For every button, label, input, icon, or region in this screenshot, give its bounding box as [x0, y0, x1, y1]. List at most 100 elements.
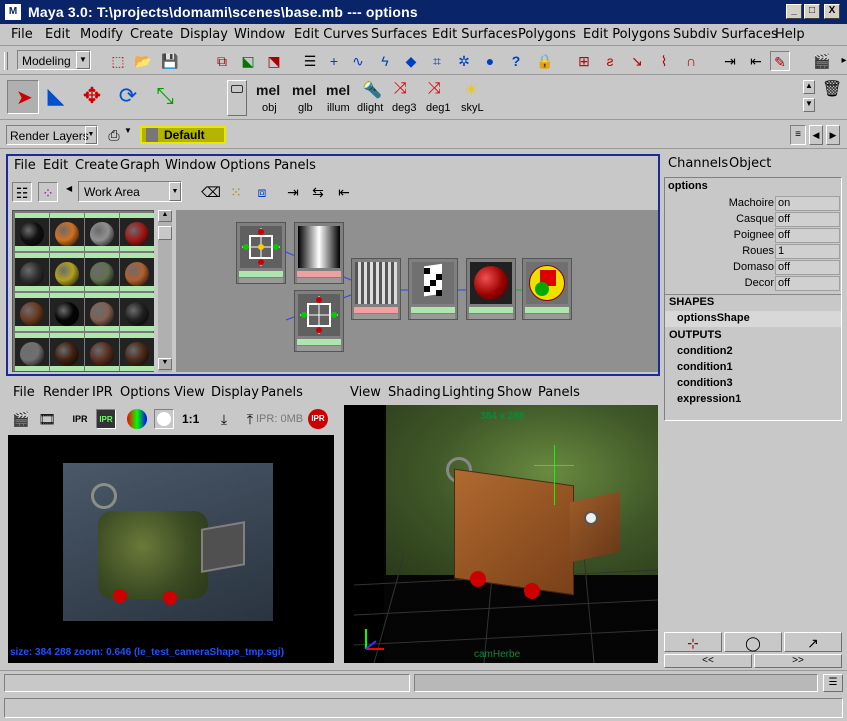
- shelf-scroll-down[interactable]: ▼: [803, 98, 815, 112]
- graph-node-shading-group[interactable]: [522, 258, 572, 320]
- chevron-down-icon[interactable]: ▼: [169, 182, 181, 201]
- select-tool[interactable]: ➤: [7, 80, 39, 114]
- graph-node-material[interactable]: [466, 258, 516, 320]
- snap-view-plane-icon[interactable]: ◆: [401, 51, 421, 71]
- material-swatch[interactable]: [85, 333, 119, 371]
- lock-icon[interactable]: 🔒: [535, 51, 555, 71]
- zoom-ratio-button[interactable]: 1:1: [182, 412, 199, 426]
- menu-create[interactable]: Create: [130, 27, 173, 42]
- select-object-icon[interactable]: ⬕: [238, 51, 258, 71]
- snap-grid-icon[interactable]: +: [324, 51, 344, 71]
- material-swatch[interactable]: [50, 293, 84, 331]
- rotate-tool-icon[interactable]: ⟳: [118, 85, 138, 107]
- chevron-down-icon[interactable]: ▼: [76, 51, 90, 69]
- graph-node-texture[interactable]: [351, 258, 401, 320]
- menu-file[interactable]: File: [11, 27, 33, 42]
- material-swatch[interactable]: [85, 293, 119, 331]
- shelf-item-skyl[interactable]: ☀ skyL: [458, 80, 492, 116]
- vp-menu-view[interactable]: View: [350, 385, 381, 400]
- maximize-button[interactable]: □: [804, 4, 820, 19]
- hs-menu-create[interactable]: Create: [75, 158, 118, 173]
- material-swatch[interactable]: [120, 333, 154, 371]
- menu-edit-surfaces[interactable]: Edit Surfaces: [432, 27, 518, 42]
- in-out-connections-icon[interactable]: ⇆: [308, 182, 328, 202]
- ipr-render-icon[interactable]: IPR: [70, 409, 90, 429]
- material-swatch[interactable]: [50, 333, 84, 371]
- scroll-thumb[interactable]: [158, 226, 172, 240]
- default-layer[interactable]: Default: [140, 126, 226, 144]
- swatch-scrollbar[interactable]: ▲ ▼: [158, 210, 172, 372]
- material-swatch[interactable]: [85, 253, 119, 291]
- snap-point-icon[interactable]: ϟ: [375, 51, 395, 71]
- attr-poignee[interactable]: Poignee off: [665, 228, 840, 244]
- eraser-icon[interactable]: ⌫: [201, 182, 221, 202]
- snap-live-icon[interactable]: ✲: [454, 51, 474, 71]
- attr-value[interactable]: 1: [775, 244, 840, 259]
- move-tool-icon[interactable]: ✥: [82, 85, 102, 107]
- chevron-down-icon[interactable]: ▼: [124, 126, 138, 144]
- mask-menu-icon[interactable]: ☰: [300, 51, 320, 71]
- shading-network-graph[interactable]: [176, 210, 658, 372]
- shelf-item-obj[interactable]: mel obj: [252, 80, 292, 116]
- menu-modify[interactable]: Modify: [80, 27, 123, 42]
- rv-menu-panels[interactable]: Panels: [261, 385, 303, 400]
- menu-object[interactable]: Object: [729, 156, 771, 171]
- magnet-icon[interactable]: ∩: [681, 51, 701, 71]
- script-editor-icon[interactable]: ☰: [823, 674, 843, 692]
- render-image-area[interactable]: size: 384 288 zoom: 0.646 (le_test_camer…: [8, 435, 334, 663]
- work-area-dropdown[interactable]: Work Area ▼: [78, 181, 182, 202]
- hs-menu-options[interactable]: Options: [220, 158, 270, 173]
- chevron-right-icon[interactable]: ▶: [826, 125, 840, 145]
- open-scene-icon[interactable]: 📂: [133, 51, 153, 71]
- help-query-icon[interactable]: ?: [506, 51, 526, 71]
- rv-menu-view[interactable]: View: [174, 385, 205, 400]
- shelf-scroll-up[interactable]: ▲: [803, 80, 815, 94]
- render-tool-icon[interactable]: ✎: [770, 51, 790, 71]
- rv-menu-options[interactable]: Options: [120, 385, 170, 400]
- hs-menu-graph[interactable]: Graph: [120, 158, 160, 173]
- attr-value[interactable]: off: [775, 212, 840, 227]
- rv-menu-file[interactable]: File: [13, 385, 35, 400]
- attr-casque[interactable]: Casque off: [665, 212, 840, 228]
- hs-menu-panels[interactable]: Panels: [274, 158, 316, 173]
- minimize-button[interactable]: _: [786, 4, 802, 19]
- snap-curve-icon[interactable]: ∿: [348, 51, 368, 71]
- material-swatch[interactable]: [120, 213, 154, 251]
- arrow-tool-icon[interactable]: ↗: [784, 632, 842, 652]
- attr-value[interactable]: off: [775, 228, 840, 243]
- material-swatch[interactable]: [50, 253, 84, 291]
- graph-network-icon[interactable]: ⧈: [252, 182, 272, 202]
- vp-menu-lighting[interactable]: Lighting: [442, 385, 495, 400]
- scroll-down-icon[interactable]: ▼: [158, 358, 172, 370]
- output-expression1[interactable]: expression1: [677, 393, 741, 405]
- chevron-down-icon[interactable]: ▼: [85, 126, 97, 144]
- view-icon[interactable]: ◯: [724, 632, 782, 652]
- material-swatch[interactable]: [15, 333, 49, 371]
- select-hierarchy-icon[interactable]: ⧉: [212, 51, 232, 71]
- manipulator-icon[interactable]: ⊹: [664, 632, 722, 652]
- material-swatch[interactable]: [15, 253, 49, 291]
- material-swatch[interactable]: [50, 213, 84, 251]
- viewport-canvas[interactable]: 384 x 288 camHerbe: [344, 405, 658, 663]
- hs-menu-edit[interactable]: Edit: [43, 158, 68, 173]
- menu-display[interactable]: Display: [180, 27, 228, 42]
- rv-menu-display[interactable]: Display: [211, 385, 259, 400]
- scroll-up-icon[interactable]: ▲: [158, 210, 172, 222]
- menu-subdiv-surfaces[interactable]: Subdiv Surfaces: [673, 27, 778, 42]
- vp-menu-show[interactable]: Show: [497, 385, 532, 400]
- chevron-left-icon[interactable]: ◀: [809, 125, 823, 145]
- graph-node-place3d[interactable]: [236, 222, 286, 284]
- collapse-left-button[interactable]: <<: [664, 654, 752, 668]
- render-frame-icon[interactable]: 🎬: [11, 409, 31, 429]
- attr-value[interactable]: off: [775, 260, 840, 275]
- material-swatch[interactable]: [15, 293, 49, 331]
- ipr-region-icon[interactable]: IPR: [96, 409, 116, 429]
- select-component-icon[interactable]: ⬔: [264, 51, 284, 71]
- graph-node-checker[interactable]: [408, 258, 458, 320]
- layer-scroll-icon[interactable]: ≡: [790, 125, 806, 145]
- keep-image-icon[interactable]: ⤓: [214, 409, 234, 429]
- rgb-channel-icon[interactable]: [127, 409, 147, 429]
- attr-decor[interactable]: Decor off: [665, 276, 840, 292]
- lasso-tool-icon[interactable]: ◣: [46, 85, 66, 107]
- chevron-left-icon[interactable]: ◀: [66, 184, 72, 193]
